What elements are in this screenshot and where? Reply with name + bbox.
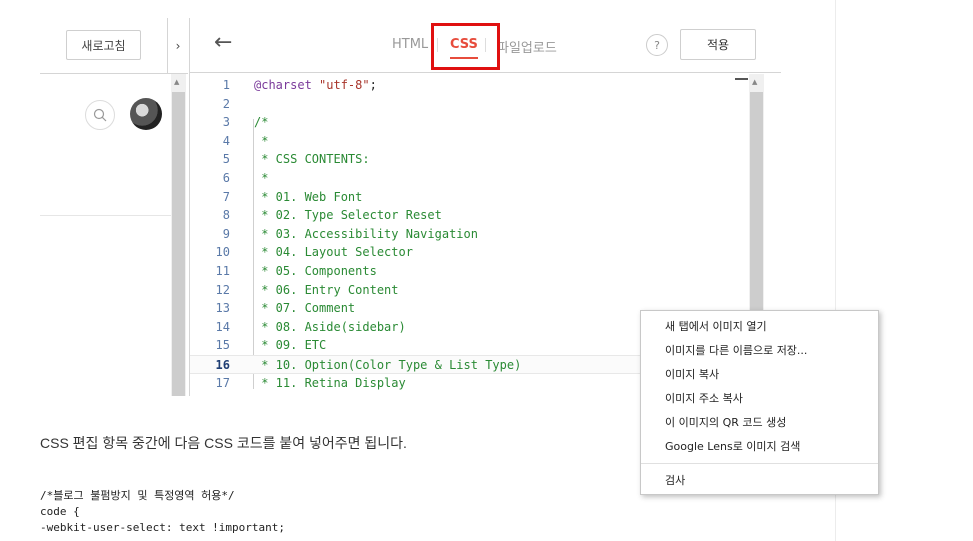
line-number: 10	[215, 245, 230, 260]
code-text: * 04. Layout Selector	[254, 245, 413, 260]
code-text: * 03. Accessibility Navigation	[254, 226, 478, 241]
line-number: 4	[222, 133, 230, 148]
code-text: /*	[254, 115, 269, 130]
line-number: 6	[222, 171, 230, 185]
line-number: 15	[215, 338, 230, 353]
code-text: @charset "utf-8";	[254, 78, 377, 92]
menu-inspect[interactable]: 검사	[665, 470, 685, 492]
line-number: 3	[222, 115, 230, 130]
menu-copy-image-address[interactable]: 이미지 주소 복사	[665, 388, 743, 410]
preview-scroll-thumb[interactable]	[172, 92, 185, 396]
line-number: 7	[222, 189, 230, 204]
code-text: * CSS CONTENTS:	[254, 152, 370, 167]
search-button[interactable]	[85, 100, 115, 130]
menu-save-image-as[interactable]: 이미지를 다른 이름으로 저장...	[665, 340, 807, 362]
line-number: 5	[222, 152, 230, 167]
editor-header: ← HTML CSS 파일업로드 ? 적용	[190, 18, 781, 73]
code-text: * 07. Comment	[254, 301, 356, 316]
menu-divider	[641, 463, 878, 464]
help-icon: ?	[654, 38, 660, 52]
line-number: 17	[215, 375, 230, 390]
code-text: * 01. Web Font	[254, 189, 363, 204]
code-text: *	[254, 171, 269, 185]
code-line[interactable]: 9 * 03. Accessibility Navigation	[190, 225, 750, 244]
instruction-text: CSS 편집 항목 중간에 다음 CSS 코드를 붙여 넣어주면 됩니다.	[40, 435, 407, 451]
preview-panel: 새로고침 › ▲	[40, 18, 188, 396]
scroll-up-icon[interactable]: ▲	[174, 78, 179, 86]
code-line[interactable]: 8 * 02. Type Selector Reset	[190, 206, 750, 225]
menu-create-qr-code[interactable]: 이 이미지의 QR 코드 생성	[665, 412, 786, 434]
code-text: * 05. Components	[254, 264, 377, 278]
chevron-right-icon: ›	[175, 38, 181, 53]
code-line[interactable]: 4 *	[190, 132, 750, 151]
tab-file-upload[interactable]: 파일업로드	[497, 37, 557, 56]
code-line[interactable]: 3 /*	[190, 113, 750, 132]
context-menu: 새 탭에서 이미지 열기 이미지를 다른 이름으로 저장... 이미지 복사 이…	[640, 310, 879, 495]
help-button[interactable]: ?	[646, 34, 668, 56]
code-line[interactable]: 2	[190, 95, 750, 114]
refresh-button[interactable]: 새로고침	[66, 30, 141, 60]
line-number: 13	[215, 301, 230, 316]
code-line[interactable]: 10 * 04. Layout Selector	[190, 243, 750, 262]
highlight-box	[431, 23, 500, 70]
tab-html[interactable]: HTML	[392, 37, 428, 52]
menu-open-image-new-tab[interactable]: 새 탭에서 이미지 열기	[665, 316, 767, 338]
code-text: *	[254, 133, 269, 148]
code-text: * 11. Retina Display	[254, 375, 406, 390]
code-line[interactable]: 1 @charset "utf-8";	[190, 76, 750, 95]
scroll-marker	[735, 78, 748, 80]
apply-button[interactable]: 적용	[680, 29, 756, 60]
search-icon	[93, 108, 107, 122]
back-arrow-icon[interactable]: ←	[214, 30, 232, 55]
line-number: 9	[222, 226, 230, 241]
code-text: * 06. Entry Content	[254, 282, 399, 297]
preview-scrollbar[interactable]: ▲	[171, 74, 186, 396]
code-text: * 02. Type Selector Reset	[254, 208, 442, 223]
line-number: 8	[222, 208, 230, 223]
line-number: 16	[215, 358, 230, 372]
code-text: * 10. Option(Color Type & List Type)	[254, 358, 522, 372]
code-text: * 08. Aside(sidebar)	[254, 319, 406, 334]
line-number: 14	[215, 319, 230, 334]
line-number: 2	[222, 96, 230, 111]
code-line[interactable]: 6 *	[190, 169, 750, 188]
code-snippet: /*블로그 불펌방지 및 특정영역 허용*/ code { -webkit-us…	[40, 489, 286, 534]
preview-divider	[40, 215, 171, 216]
code-line[interactable]: 12 * 06. Entry Content	[190, 281, 750, 300]
line-number: 12	[215, 282, 230, 297]
menu-google-lens-search[interactable]: Google Lens로 이미지 검색	[665, 436, 800, 458]
collapse-panel-button[interactable]: ›	[167, 18, 188, 73]
menu-copy-image[interactable]: 이미지 복사	[665, 364, 719, 386]
scroll-up-icon[interactable]: ▲	[752, 78, 757, 86]
avatar[interactable]	[130, 98, 162, 130]
code-line[interactable]: 11 * 05. Components	[190, 262, 750, 281]
line-number: 11	[215, 264, 230, 278]
code-line[interactable]: 5 * CSS CONTENTS:	[190, 150, 750, 169]
code-line[interactable]: 7 * 01. Web Font	[190, 188, 750, 207]
code-text: * 09. ETC	[254, 338, 327, 353]
line-number: 1	[222, 78, 230, 92]
panel-header-divider	[40, 73, 188, 74]
